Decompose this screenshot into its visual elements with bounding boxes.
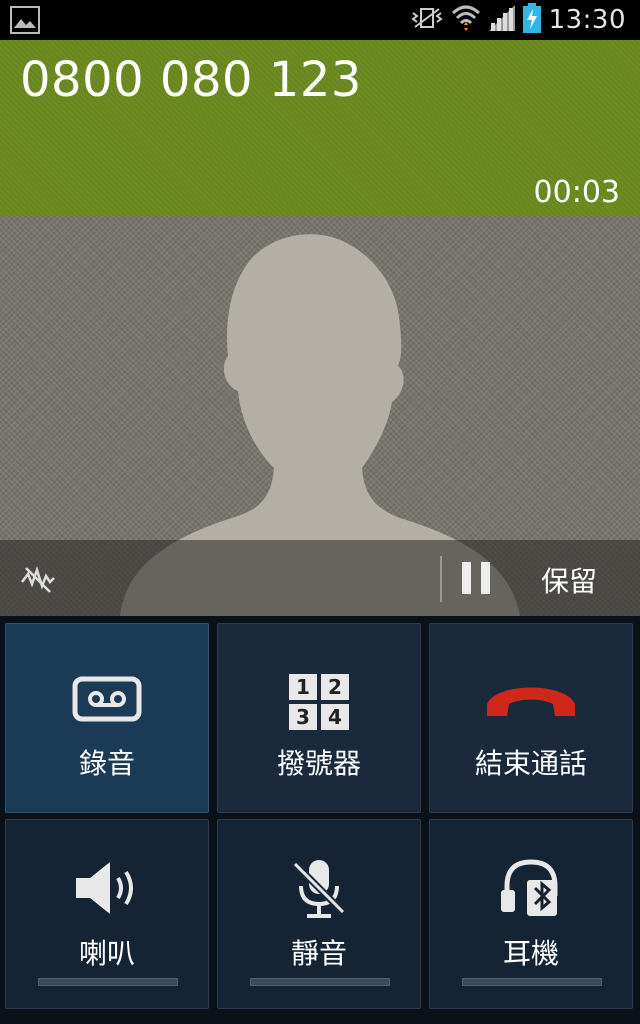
mute-mic-icon: [291, 858, 347, 924]
contact-photo: 保留: [0, 216, 640, 616]
keypad-key: 2: [321, 674, 349, 700]
record-label: 錄音: [78, 747, 135, 780]
end-call-icon: [483, 680, 579, 724]
speaker-icon: [74, 860, 140, 920]
keypad-key: 1: [289, 674, 317, 700]
headset-state-indicator: [462, 978, 602, 986]
bluetooth-headset-button[interactable]: 耳機: [429, 819, 633, 1009]
keypad-icon: 1 2 3 4: [289, 674, 349, 730]
hold-bar: 保留: [0, 540, 640, 616]
signal-icon: [488, 5, 515, 35]
mute-state-indicator: [250, 978, 390, 986]
keypad-key: 3: [289, 704, 317, 730]
pause-icon[interactable]: [462, 562, 490, 594]
phone-number: 0800 080 123: [20, 52, 362, 108]
call-header: 0800 080 123 00:03: [0, 40, 640, 216]
keypad-key: 4: [321, 704, 349, 730]
noise-reduction-off-icon[interactable]: [20, 560, 56, 596]
mute-label: 靜音: [290, 937, 347, 970]
call-timer: 00:03: [533, 175, 620, 210]
hold-button[interactable]: 保留: [541, 560, 597, 600]
keypad-button[interactable]: 1 2 3 4 撥號器: [217, 623, 421, 813]
record-tape-icon: [72, 676, 142, 726]
keypad-label: 撥號器: [276, 747, 361, 780]
divider: [440, 556, 442, 602]
speaker-button[interactable]: 喇叭: [5, 819, 209, 1009]
end-call-label: 結束通話: [474, 747, 587, 780]
image-notification-icon: [10, 6, 40, 34]
end-call-button[interactable]: 結束通話: [429, 623, 633, 813]
vibrate-icon: [410, 5, 443, 35]
status-time: 13:30: [548, 5, 626, 35]
bluetooth-headset-icon: [499, 856, 563, 924]
mute-button[interactable]: 靜音: [217, 819, 421, 1009]
call-controls: 錄音 1 2 3 4 撥號器 結束通話 喇叭 靜音 耳機: [0, 616, 640, 1024]
status-bar: 13:30: [0, 0, 640, 40]
wifi-icon: [451, 3, 481, 37]
bluetooth-headset-label: 耳機: [502, 937, 559, 970]
speaker-label: 喇叭: [78, 937, 135, 970]
record-button[interactable]: 錄音: [5, 623, 209, 813]
speaker-state-indicator: [38, 978, 178, 986]
battery-charging-icon: [522, 3, 541, 37]
